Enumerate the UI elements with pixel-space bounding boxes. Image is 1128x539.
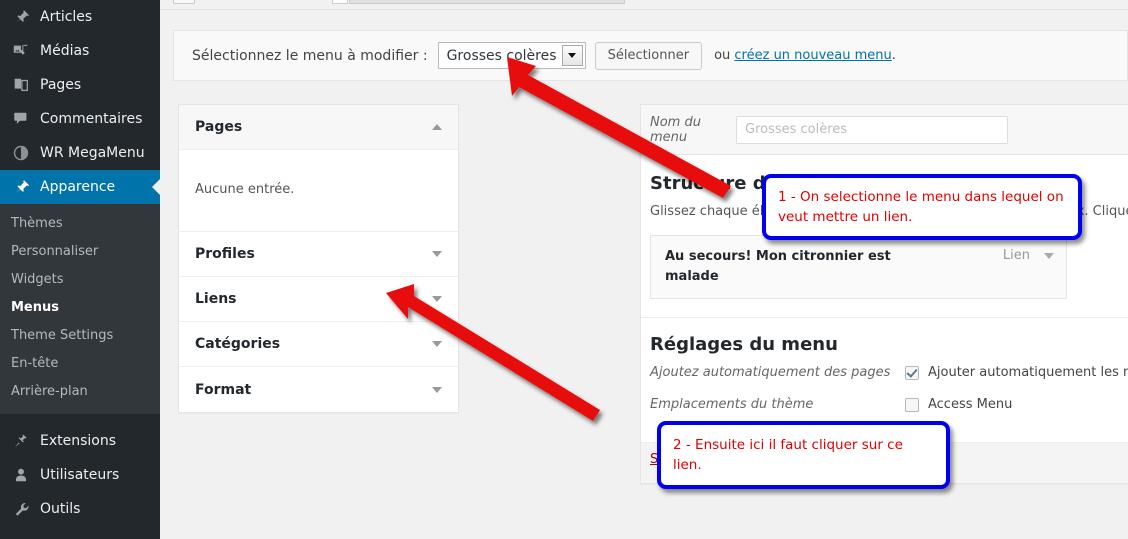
pin-icon: [11, 7, 31, 27]
menu-name-label: Nom du menu: [650, 114, 701, 145]
chevron-down-icon[interactable]: [432, 341, 442, 347]
accordion-header-liens[interactable]: Liens: [179, 277, 458, 322]
menu-select[interactable]: Grosses colères: [437, 42, 586, 69]
submenu-item-menus[interactable]: Menus: [0, 294, 160, 322]
sidebar-item-commentaires[interactable]: Commentaires: [0, 102, 160, 136]
sidebar-item-label: WR MegaMenu: [40, 145, 145, 161]
accordion-header-profiles[interactable]: Profiles: [179, 232, 458, 277]
wrench-icon: [11, 499, 31, 519]
sidebar-item-utilisateurs[interactable]: Utilisateurs: [0, 458, 160, 492]
menu-selector-label: Sélectionnez le menu à modifier :: [192, 47, 428, 64]
menu-item-row[interactable]: Au secours! Mon citronnier est malade Li…: [650, 235, 1067, 299]
menu-name-row: Nom du menu Grosses colères: [641, 105, 1128, 155]
cutoff-widget-left: [173, 0, 195, 4]
sidebar-item-medias[interactable]: Médias: [0, 34, 160, 68]
create-new-menu-link[interactable]: créez un nouveau menu: [734, 48, 891, 63]
sidebar-item-extensions[interactable]: Extensions: [0, 424, 160, 458]
setting-row-auto-add: Ajoutez automatiquement des pages Ajoute…: [650, 365, 1128, 380]
sidebar-item-apparence[interactable]: Apparence: [0, 170, 160, 204]
accordion-label: Pages: [195, 119, 243, 135]
accordion-header-categories[interactable]: Catégories: [179, 322, 458, 367]
access-menu-checkbox[interactable]: [905, 398, 919, 412]
cutoff-widget-tab: [349, 0, 625, 4]
chevron-down-icon[interactable]: [432, 296, 442, 302]
sidebar-item-articles[interactable]: Articles: [0, 0, 160, 34]
sidebar-separator: [0, 414, 160, 424]
sidebar-item-label: Médias: [40, 43, 90, 59]
chevron-down-icon[interactable]: [432, 251, 442, 257]
accordion-label: Liens: [195, 291, 237, 307]
sidebar-item-label: Pages: [40, 77, 82, 93]
sidebar-item-label: Apparence: [40, 179, 116, 195]
submenu-item-widgets[interactable]: Widgets: [0, 266, 160, 294]
section-divider: [641, 317, 1128, 318]
setting-label: Ajoutez automatiquement des pages: [650, 365, 891, 380]
accordion-header-format[interactable]: Format: [179, 367, 458, 412]
accordion-body-pages: Aucune entrée.: [179, 150, 458, 232]
admin-sidebar: Articles Médias Pages Commentaires WR Me: [0, 0, 160, 539]
create-menu-text: ou créez un nouveau menu.: [714, 48, 896, 63]
comment-icon: [11, 109, 31, 129]
sidebar-item-outils[interactable]: Outils: [0, 492, 160, 526]
pages-icon: [11, 75, 31, 95]
accordion-empty-text: Aucune entrée.: [195, 182, 295, 197]
sidebar-item-pages[interactable]: Pages: [0, 68, 160, 102]
sidebar-item-label: Utilisateurs: [40, 467, 120, 483]
settings-heading: Réglages du menu: [650, 334, 838, 355]
menu-name-input[interactable]: Grosses colères: [736, 115, 1008, 144]
annotation-callout-1: 1 - On selectionne le menu dans lequel o…: [762, 174, 1082, 240]
sidebar-item-label: Commentaires: [40, 111, 143, 127]
setting-checkbox-label: Access Menu: [928, 397, 1013, 412]
or-suffix: .: [891, 48, 896, 63]
megamenu-icon: [11, 143, 31, 163]
accordion-label: Format: [195, 381, 252, 398]
chevron-down-icon[interactable]: [1044, 252, 1054, 259]
accordion-label: Catégories: [195, 336, 281, 352]
screen: Articles Médias Pages Commentaires WR Me: [0, 0, 1128, 539]
add-items-accordion: Pages Aucune entrée. Profiles Liens Caté…: [178, 104, 459, 413]
menu-select-value: Grosses colères: [446, 47, 557, 64]
select-menu-button[interactable]: Sélectionner: [594, 41, 703, 70]
menu-item-meta: Lien: [1003, 247, 1054, 263]
submenu-item-themes[interactable]: Thèmes: [0, 210, 160, 238]
media-icon: [11, 41, 31, 61]
setting-checkbox-label: Ajouter automatiquement les nouvelles pa…: [928, 365, 1128, 380]
main-content-area: Sélectionnez le menu à modifier : Grosse…: [160, 0, 1128, 539]
menu-item-title: Au secours! Mon citronnier est malade: [665, 249, 891, 284]
submenu-item-en-tete[interactable]: En-tête: [0, 350, 160, 378]
plugin-icon: [11, 431, 31, 451]
submenu-item-theme-settings[interactable]: Theme Settings: [0, 322, 160, 350]
accordion-label: Profiles: [195, 246, 255, 262]
menu-item-type: Lien: [1002, 248, 1030, 263]
chevron-down-icon[interactable]: [561, 45, 583, 66]
sidebar-item-wr-megamenu[interactable]: WR MegaMenu: [0, 136, 160, 170]
sidebar-item-label: Outils: [40, 501, 81, 517]
accordion-header-pages[interactable]: Pages: [179, 105, 458, 150]
auto-add-pages-checkbox[interactable]: [905, 366, 919, 380]
menu-name-placeholder: Grosses colères: [745, 122, 848, 137]
annotation-callout-2: 2 - Ensuite ici il faut cliquer sur ce l…: [657, 421, 950, 489]
sidebar-item-label: Extensions: [40, 433, 117, 449]
setting-row-theme-locations: Emplacements du thème Access Menu: [650, 397, 1128, 412]
sidebar-item-label: Articles: [40, 9, 93, 25]
submenu-item-personnaliser[interactable]: Personnaliser: [0, 238, 160, 266]
user-icon: [11, 465, 31, 485]
setting-label: Emplacements du thème: [650, 397, 814, 412]
top-divider: [160, 9, 1128, 10]
appearance-submenu: Thèmes Personnaliser Widgets Menus Theme…: [0, 204, 160, 414]
or-prefix: ou: [714, 48, 735, 63]
cutoff-widget-tab-handle: [332, 0, 348, 4]
menu-selector-bar: Sélectionnez le menu à modifier : Grosse…: [173, 30, 1128, 81]
chevron-down-icon[interactable]: [432, 386, 442, 393]
chevron-up-icon[interactable]: [432, 124, 442, 130]
appearance-brush-icon: [11, 177, 31, 197]
submenu-item-arriere-plan[interactable]: Arrière-plan: [0, 378, 160, 406]
